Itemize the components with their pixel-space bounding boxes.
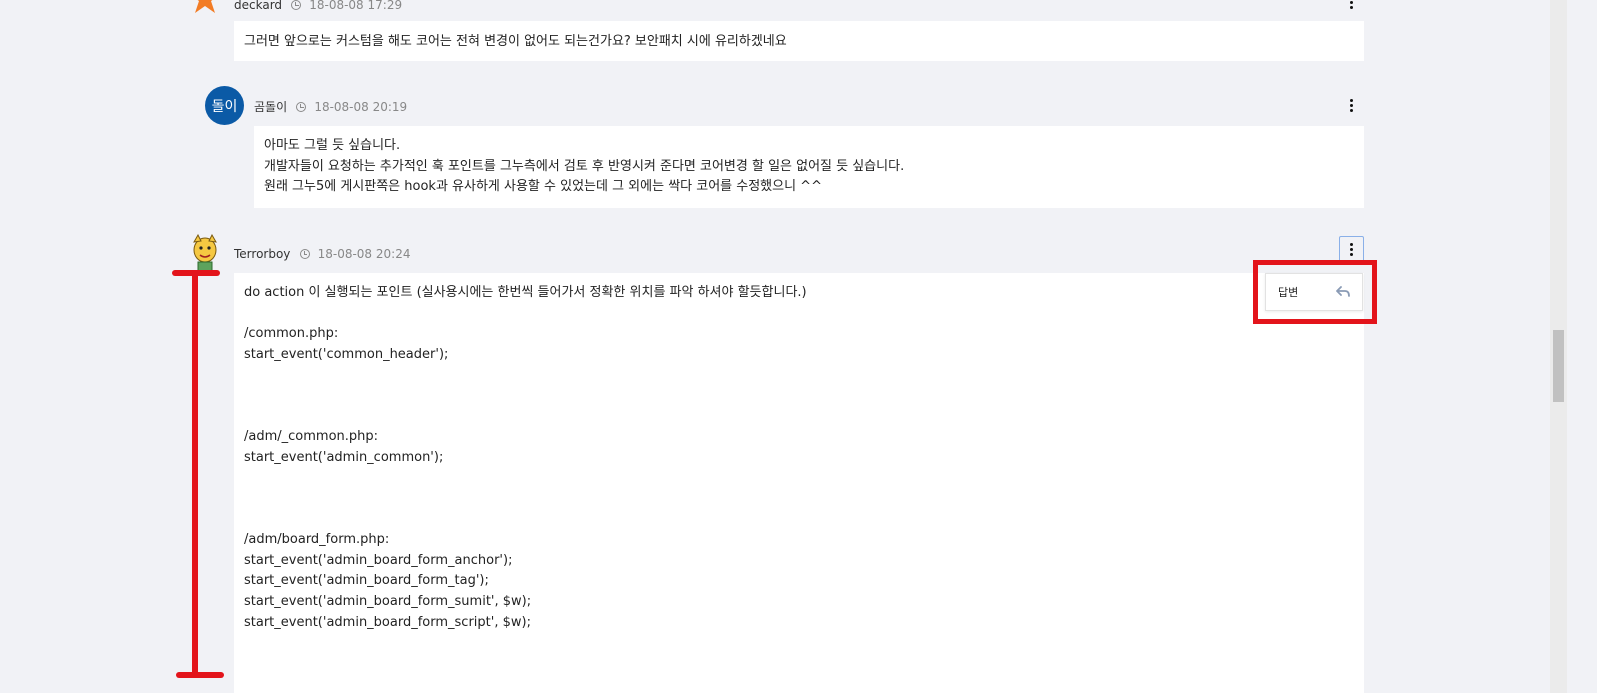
annotation-bracket-line xyxy=(192,272,198,676)
page-scrollbar[interactable] xyxy=(1550,0,1567,693)
comment-1-options-button[interactable] xyxy=(1344,0,1358,10)
comment-3-meta: Terrorboy 18-08-08 20:24 xyxy=(234,243,410,262)
comment-3-body: do action 이 실행되는 포인트 (실사용시에는 한번씩 들어가서 정확… xyxy=(234,273,1364,693)
comment-date: 18-08-08 17:29 xyxy=(309,0,403,12)
comment-text-line: start_event('admin_board_form_tag'); xyxy=(244,573,489,589)
comment-text-line: start_event('admin_board_form_script', $… xyxy=(244,614,531,630)
comment-text-line: 그러면 앞으로는 커스텀을 해도 코어는 전혀 변경이 없어도 되는건가요? 보… xyxy=(244,34,787,49)
comment-text-line xyxy=(244,489,1354,510)
clock-icon xyxy=(299,249,310,259)
comment-text-line: 아마도 그럴 듯 싶습니다. xyxy=(264,138,401,153)
highlight-box xyxy=(1253,260,1377,324)
comment-text-line: /adm/board_form.php: xyxy=(244,532,390,548)
comment-2-options-button[interactable] xyxy=(1344,97,1358,113)
comment-text-line xyxy=(244,510,1354,531)
comment-1-meta: deckard 18-08-08 17:29 xyxy=(234,0,402,13)
annotation-bracket-bottom xyxy=(176,672,224,678)
comment-author[interactable]: 곰돌이 xyxy=(254,100,287,114)
avatar-cartoon-icon xyxy=(193,233,217,272)
comment-text-line: 원래 그누5에 게시판쪽은 hook과 유사하게 사용할 수 있었는데 그 외에… xyxy=(264,179,822,195)
comment-1-avatar xyxy=(188,0,222,16)
avatar-star-icon xyxy=(195,0,215,13)
comment-2-body: 아마도 그럴 듯 싶습니다. 개발자들이 요청하는 추가적인 훅 포인트를 그누… xyxy=(254,126,1364,208)
comment-text-line: start_event('admin_board_form_anchor'); xyxy=(244,552,513,568)
comment-text-line: start_event('admin_board_form_sumit', $w… xyxy=(244,593,532,609)
comment-date: 18-08-08 20:24 xyxy=(317,247,411,261)
comment-text-line: /common.php: xyxy=(244,326,339,342)
comment-2-avatar: 돌이 xyxy=(205,86,244,125)
comment-date: 18-08-08 20:19 xyxy=(314,100,408,114)
comment-text-line xyxy=(244,407,1354,428)
scrollbar-thumb[interactable] xyxy=(1553,330,1564,402)
comment-text-line: 개발자들이 요청하는 추가적인 훅 포인트를 그누측에서 검토 후 반영시켜 준… xyxy=(264,158,905,174)
kebab-icon xyxy=(1345,242,1359,258)
comment-author[interactable]: deckard xyxy=(234,0,282,12)
comment-text-line xyxy=(244,468,1354,489)
comment-author[interactable]: Terrorboy xyxy=(234,247,290,261)
comment-text-line xyxy=(244,304,1354,325)
comment-text-line xyxy=(244,386,1354,407)
clock-icon xyxy=(291,0,302,10)
comment-text-line xyxy=(244,365,1354,386)
comment-text-line: start_event('common_header'); xyxy=(244,346,449,362)
clock-icon xyxy=(296,102,307,112)
comment-text-line: do action 이 실행되는 포인트 (실사용시에는 한번씩 들어가서 정확… xyxy=(244,285,807,300)
avatar-text: 돌이 xyxy=(211,98,238,115)
comment-2-meta: 곰돌이 18-08-08 20:19 xyxy=(254,96,407,115)
comment-1-body: 그러면 앞으로는 커스텀을 해도 코어는 전혀 변경이 없어도 되는건가요? 보… xyxy=(234,21,1364,61)
comment-3-avatar xyxy=(186,233,224,272)
comment-3-options-button[interactable] xyxy=(1339,236,1364,263)
comment-text-line: /adm/_common.php: xyxy=(244,429,379,445)
comment-text-line: start_event('admin_common'); xyxy=(244,449,444,465)
